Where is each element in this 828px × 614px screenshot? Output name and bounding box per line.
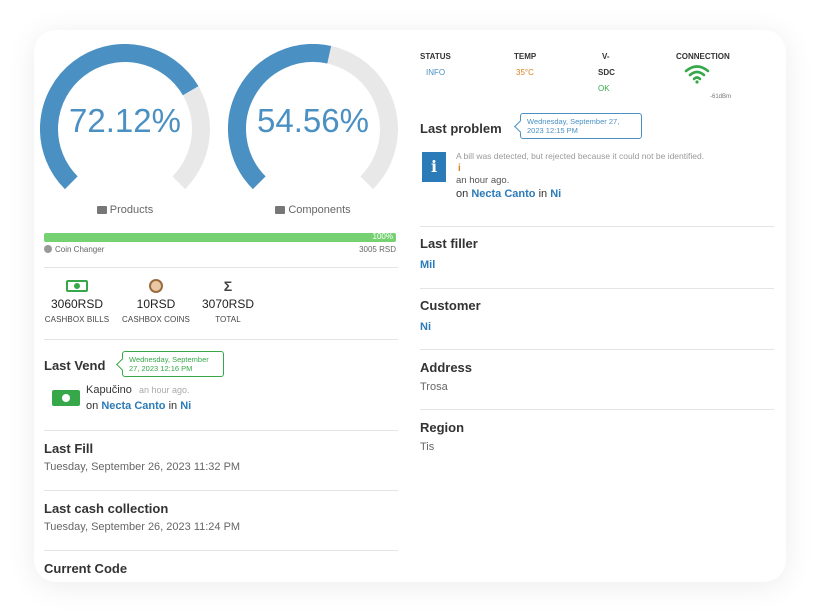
region-value: Tis [420, 441, 435, 453]
customer-title: Customer [420, 298, 481, 313]
coin-changer-percent: 100% [372, 232, 393, 241]
coin-changer-label: Coin Changer [44, 245, 104, 254]
address-value: Trosa [420, 381, 448, 393]
machine-detail-card: 72.12% Products 54.56% Components 100% C… [34, 30, 786, 582]
last-problem-title: Last problem [420, 121, 502, 136]
coin-icon [149, 279, 163, 293]
last-problem-location-link[interactable]: Necta Canto [471, 188, 535, 200]
components-gauge-value: 54.56% [257, 102, 369, 139]
last-filler-link[interactable]: Mil [420, 259, 435, 271]
last-problem-time: an hour ago. [456, 175, 510, 186]
components-label-text: Components [288, 204, 351, 216]
last-problem-on: on [456, 188, 469, 200]
vsdc-header-2: SDC [598, 68, 615, 77]
coin-changer-bar: 100% [44, 232, 396, 242]
wifi-icon [684, 65, 710, 84]
coin-changer-amount: 3005 RSD [359, 245, 396, 254]
last-vend-place-link[interactable]: Ni [180, 400, 191, 412]
left-column: 72.12% Products 54.56% Components 100% C… [34, 30, 409, 582]
address-title: Address [420, 360, 473, 375]
last-problem-tooltip: Wednesday, September 27, 2023 12:15 PM [520, 113, 642, 139]
last-vend-product: Kapučino [86, 384, 132, 396]
products-icon [96, 206, 107, 214]
last-vend-title: Last Vend [44, 358, 106, 373]
divider [420, 226, 774, 227]
last-cash-title: Last cash collection [44, 501, 169, 516]
connection-header: CONNECTION [676, 52, 730, 61]
cashbox-bills-amount: 3060RSD [50, 297, 104, 311]
divider [44, 550, 398, 551]
warning-icon: i [458, 163, 461, 174]
vsdc-value: OK [598, 84, 610, 93]
divider [420, 409, 774, 410]
components-icon [275, 206, 286, 214]
last-problem-message: A bill was detected, but rejected becaus… [456, 151, 705, 161]
cashbox-bills-label: CASHBOX BILLS [44, 315, 110, 324]
components-gauge: 54.56% [228, 44, 398, 214]
cashbox-total: Σ 3070RSD TOTAL [198, 279, 258, 324]
divider [420, 288, 774, 289]
cashbox-total-amount: 3070RSD [201, 297, 255, 311]
customer-link[interactable]: Ni [420, 321, 431, 333]
last-vend-in: in [168, 400, 178, 412]
divider [44, 490, 398, 491]
products-gauge-value: 72.12% [69, 102, 181, 139]
status-value: INFO [426, 68, 446, 77]
bill-icon [66, 280, 88, 292]
connection-value: -61dBm [710, 94, 732, 100]
status-header: STATUS [420, 52, 451, 61]
last-vend-location-link[interactable]: Necta Canto [101, 400, 165, 412]
divider [44, 339, 398, 340]
cashbox-bills: 3060RSD CASHBOX BILLS [42, 279, 112, 324]
last-vend-time: an hour ago. [138, 385, 190, 395]
region-title: Region [420, 420, 465, 435]
products-gauge: 72.12% [40, 44, 210, 214]
last-problem-location-row: on Necta Canto in Ni [456, 188, 561, 200]
last-fill-value: Tuesday, September 26, 2023 11:32 PM [44, 461, 241, 473]
products-label: Products [40, 204, 210, 216]
products-label-text: Products [109, 204, 154, 216]
divider [44, 430, 398, 431]
vsdc-header: V- [602, 52, 610, 61]
info-icon: i [422, 152, 446, 182]
cashbox-total-label: TOTAL [215, 315, 241, 324]
current-code-title: Current Code [44, 561, 128, 576]
cashbox-coins-amount: 10RSD [136, 297, 176, 311]
last-vend-tooltip: Wednesday, September 27, 2023 12:16 PM [122, 351, 224, 377]
last-filler-title: Last filler [420, 236, 478, 251]
last-problem-in: in [538, 188, 548, 200]
sigma-icon: Σ [223, 278, 233, 294]
temp-header: TEMP [514, 52, 537, 61]
divider [44, 267, 398, 268]
coin-icon [44, 245, 52, 253]
divider [420, 349, 774, 350]
coin-changer: 100% Coin Changer 3005 RSD [44, 232, 396, 254]
last-vend-on: on [86, 400, 99, 412]
vend-bill-icon [52, 390, 80, 406]
last-cash-value: Tuesday, September 26, 2023 11:24 PM [44, 521, 241, 533]
last-vend-location-row: on Necta Canto in Ni [86, 400, 191, 412]
cashbox-coins: 10RSD CASHBOX COINS [119, 279, 193, 324]
temp-value: 35°C [516, 68, 534, 77]
last-vend-product-row: Kapučino an hour ago. [86, 384, 189, 396]
components-label: Components [228, 204, 398, 216]
last-fill-title: Last Fill [44, 441, 94, 456]
cashbox-coins-label: CASHBOX COINS [122, 315, 190, 324]
last-problem-place-link[interactable]: Ni [550, 188, 561, 200]
right-column: STATUS INFO TEMP 35°C V- SDC OK CONNECTI… [420, 30, 786, 582]
